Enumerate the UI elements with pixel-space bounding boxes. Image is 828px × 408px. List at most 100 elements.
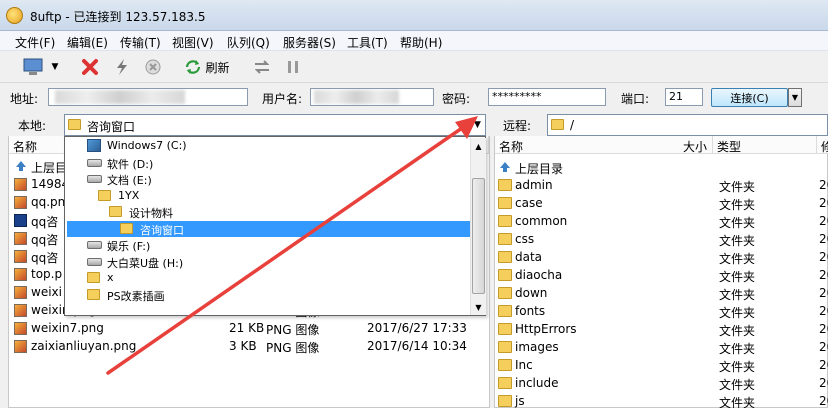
- remote-folder-type: 文件夹: [719, 252, 756, 266]
- menu-server[interactable]: 服务器(S): [283, 34, 336, 51]
- menu-file[interactable]: 文件(F): [15, 34, 55, 51]
- drive-icon: [87, 257, 102, 266]
- stop-button[interactable]: [141, 56, 165, 78]
- remote-path-combobox[interactable]: /: [547, 114, 828, 136]
- dropdown-tree-item[interactable]: 文档 (E:): [67, 171, 471, 187]
- remote-folder-name: Inc: [515, 358, 533, 372]
- menu-help[interactable]: 帮助(H): [400, 34, 442, 51]
- folder-icon: [109, 206, 122, 217]
- chevron-down-icon[interactable]: ▼: [48, 56, 62, 78]
- drive-icon: [87, 241, 102, 249]
- remote-folder-row[interactable]: down 文件夹 20: [495, 284, 828, 302]
- remote-folder-type: 文件夹: [719, 396, 756, 408]
- address-input[interactable]: [48, 88, 248, 106]
- remote-folder-row[interactable]: Inc 文件夹 20: [495, 356, 828, 374]
- dropdown-tree-item[interactable]: 1YX: [67, 188, 471, 204]
- connect-button[interactable]: 连接(C): [711, 88, 788, 107]
- remote-folder-row[interactable]: HttpErrors 文件夹 20: [495, 320, 828, 338]
- local-file-row[interactable]: zaixianliuyan.png 3 KB PNG 图像 2017/6/14 10:…: [9, 337, 489, 355]
- window-title: 8uftp - 已连接到 123.57.183.5: [30, 10, 206, 24]
- remote-folder-row[interactable]: diaocha 文件夹 20: [495, 266, 828, 284]
- refresh-label: 刷新: [205, 60, 230, 75]
- remote-parent-label: 上层目录: [515, 162, 564, 176]
- connect-bolt-button[interactable]: [110, 56, 134, 78]
- menu-tools[interactable]: 工具(T): [347, 34, 388, 51]
- image-file-icon: [14, 196, 27, 209]
- transfer-icon: [254, 60, 270, 74]
- refresh-button[interactable]: 刷新: [180, 56, 234, 78]
- folder-icon: [498, 269, 512, 281]
- dropdown-tree-label: PS改素插画: [107, 289, 165, 303]
- folder-icon: [498, 233, 512, 245]
- remote-folder-type: 文件夹: [719, 234, 756, 248]
- remote-folder-date: 20: [819, 214, 828, 228]
- local-path-combobox[interactable]: 咨询窗口 ▼: [64, 114, 486, 136]
- remote-folder-row[interactable]: include 文件夹 20: [495, 374, 828, 392]
- remote-folder-row[interactable]: css 文件夹 20: [495, 230, 828, 248]
- dropdown-tree-item[interactable]: 娱乐 (F:): [67, 237, 471, 253]
- dropdown-tree-item[interactable]: x: [67, 270, 471, 286]
- port-input[interactable]: 21: [665, 88, 703, 106]
- image-file-icon: [14, 232, 27, 245]
- disconnect-button[interactable]: [78, 56, 102, 78]
- address-label: 地址:: [10, 92, 39, 106]
- remote-folder-row[interactable]: data 文件夹 20: [495, 248, 828, 266]
- remote-folder-row[interactable]: admin 文件夹 20: [495, 176, 828, 194]
- menu-view[interactable]: 视图(V): [172, 34, 214, 51]
- remote-size-header[interactable]: 大小: [683, 138, 707, 155]
- menu-edit[interactable]: 编辑(E): [67, 34, 108, 51]
- menu-queue[interactable]: 队列(Q): [227, 34, 270, 51]
- remote-modified-header[interactable]: 修: [817, 136, 828, 154]
- remote-name-header[interactable]: 名称: [495, 136, 713, 154]
- image-file-icon: [14, 304, 27, 317]
- title-bar: 8uftp - 已连接到 123.57.183.5: [0, 0, 828, 31]
- pause-button[interactable]: [283, 56, 303, 78]
- folder-icon: [68, 119, 81, 130]
- chevron-up-icon[interactable]: ▲: [471, 138, 486, 154]
- image-file-icon: [14, 250, 27, 263]
- remote-folder-row[interactable]: fonts 文件夹 20: [495, 302, 828, 320]
- menu-transfer[interactable]: 传输(T): [120, 34, 161, 51]
- dropdown-tree-item[interactable]: PS改素插画: [67, 287, 471, 303]
- remote-folder-row[interactable]: common 文件夹 20: [495, 212, 828, 230]
- chevron-down-icon[interactable]: ▼: [471, 299, 486, 315]
- remote-folder-row[interactable]: js 文件夹 20: [495, 392, 828, 408]
- computer-icon: [23, 58, 43, 75]
- image-file-icon: [14, 322, 27, 335]
- dropdown-tree-item[interactable]: 大白菜U盘 (H:): [67, 254, 471, 270]
- local-file-name: weixin7.png: [31, 321, 104, 335]
- remote-folder-name: HttpErrors: [515, 322, 577, 336]
- dropdown-tree-item[interactable]: 设计物料: [67, 204, 471, 220]
- dropdown-scroll-thumb[interactable]: [472, 178, 485, 294]
- dropdown-tree-item[interactable]: 咨询窗口: [67, 220, 471, 237]
- folder-icon: [498, 377, 512, 389]
- local-path-dropdown[interactable]: Windows7 (C:) 软件 (D:) 文档 (E:) 1YX 设计物料 咨询窗口 娱乐…: [64, 136, 486, 316]
- dropdown-tree-label: 软件 (D:): [107, 157, 154, 171]
- dropdown-tree-item[interactable]: 软件 (D:): [67, 155, 471, 171]
- local-file-size: 3 KB: [229, 339, 257, 353]
- image-file-icon: [14, 340, 27, 353]
- remote-folder-date: 20: [819, 304, 828, 318]
- remote-parent-row[interactable]: 上层目录: [495, 158, 828, 176]
- remote-folder-name: css: [515, 232, 535, 246]
- local-file-name: weixi: [31, 285, 62, 299]
- remote-folder-date: 20: [819, 376, 828, 390]
- remote-folder-date: 20: [819, 250, 828, 264]
- remote-file-list[interactable]: 名称 大小 类型 修 上层目录 admin文件夹20case文件夹20commo…: [494, 136, 828, 408]
- local-file-row[interactable]: weixin7.png 21 KB PNG 图像 2017/6/27 17:33: [9, 319, 489, 337]
- password-input[interactable]: *********: [488, 88, 606, 106]
- local-file-type: PNG 图像: [266, 341, 320, 355]
- transfer-button[interactable]: [251, 56, 273, 78]
- remote-folder-row[interactable]: case 文件夹 20: [495, 194, 828, 212]
- remote-type-header[interactable]: 类型: [713, 136, 817, 154]
- site-manager-button[interactable]: [20, 56, 46, 78]
- folder-icon: [498, 287, 512, 299]
- remote-folder-row[interactable]: images 文件夹 20: [495, 338, 828, 356]
- connect-dropdown-button[interactable]: ▼: [788, 88, 802, 107]
- username-input[interactable]: [310, 88, 434, 106]
- remote-folder-name: admin: [515, 178, 553, 192]
- chevron-down-icon[interactable]: ▼: [470, 116, 485, 134]
- dropdown-scrollbar[interactable]: ▲ ▼: [470, 138, 486, 315]
- dropdown-tree-item[interactable]: Windows7 (C:): [67, 138, 471, 154]
- remote-folder-name: diaocha: [515, 268, 563, 282]
